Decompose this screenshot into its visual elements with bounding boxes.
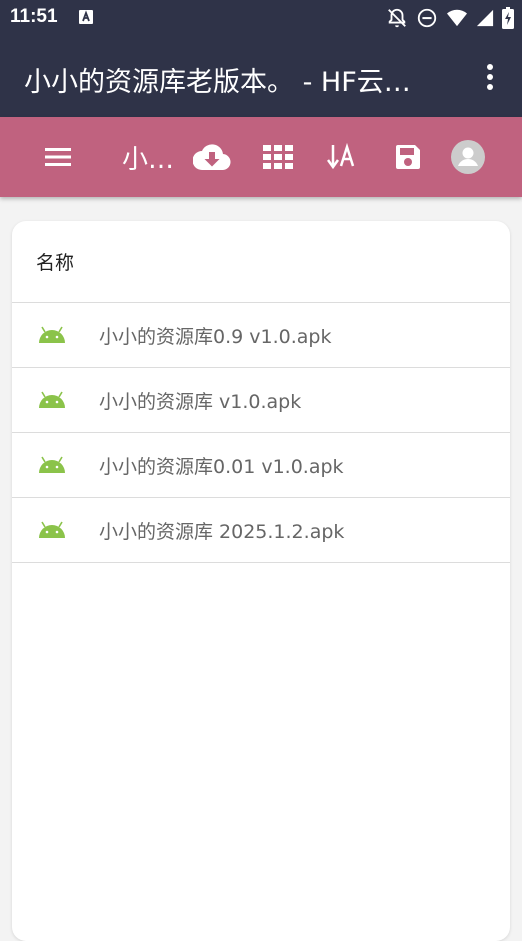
status-time: 11:51 bbox=[10, 6, 58, 27]
app-bar: 小小的资源库老版本。 - HF云… bbox=[0, 36, 522, 117]
file-name: 小小的资源库0.9 v1.0.apk bbox=[99, 325, 332, 348]
cell-signal-icon bbox=[476, 9, 494, 27]
folder-label: 小… bbox=[122, 144, 175, 175]
app-title: 小小的资源库老版本。 - HF云… bbox=[24, 67, 411, 98]
account-icon[interactable] bbox=[448, 117, 488, 197]
save-icon[interactable] bbox=[388, 117, 428, 197]
file-name: 小小的资源库 2025.1.2.apk bbox=[99, 520, 345, 543]
android-icon bbox=[37, 390, 67, 410]
sort-by-name-icon[interactable] bbox=[322, 117, 362, 197]
file-row[interactable]: 小小的资源库 2025.1.2.apk bbox=[12, 498, 510, 563]
more-vert-icon[interactable] bbox=[478, 62, 502, 92]
accessibility-a-icon bbox=[78, 9, 94, 25]
grid-view-icon[interactable] bbox=[258, 117, 298, 197]
notifications-off-icon bbox=[386, 7, 408, 29]
file-list-card: 名称 小小的资源库0.9 v1.0.apk 小小的资源库 v1.0.apk 小小… bbox=[12, 221, 510, 941]
file-row[interactable]: 小小的资源库0.01 v1.0.apk bbox=[12, 433, 510, 498]
wifi-icon bbox=[446, 8, 468, 28]
cloud-download-icon[interactable] bbox=[192, 117, 232, 197]
do-not-disturb-icon bbox=[416, 7, 438, 29]
file-toolbar: 小… bbox=[0, 117, 522, 197]
name-column-header[interactable]: 名称 bbox=[12, 221, 510, 303]
battery-charging-icon bbox=[502, 7, 514, 29]
menu-icon[interactable] bbox=[38, 117, 78, 197]
android-icon bbox=[37, 520, 67, 540]
folder-breadcrumb[interactable]: 小… bbox=[122, 117, 178, 197]
file-row[interactable]: 小小的资源库0.9 v1.0.apk bbox=[12, 303, 510, 368]
android-icon bbox=[37, 325, 67, 345]
file-name: 小小的资源库0.01 v1.0.apk bbox=[99, 455, 344, 478]
file-row[interactable]: 小小的资源库 v1.0.apk bbox=[12, 368, 510, 433]
android-icon bbox=[37, 455, 67, 475]
file-name: 小小的资源库 v1.0.apk bbox=[99, 390, 302, 413]
status-bar: 11:51 bbox=[0, 0, 522, 36]
